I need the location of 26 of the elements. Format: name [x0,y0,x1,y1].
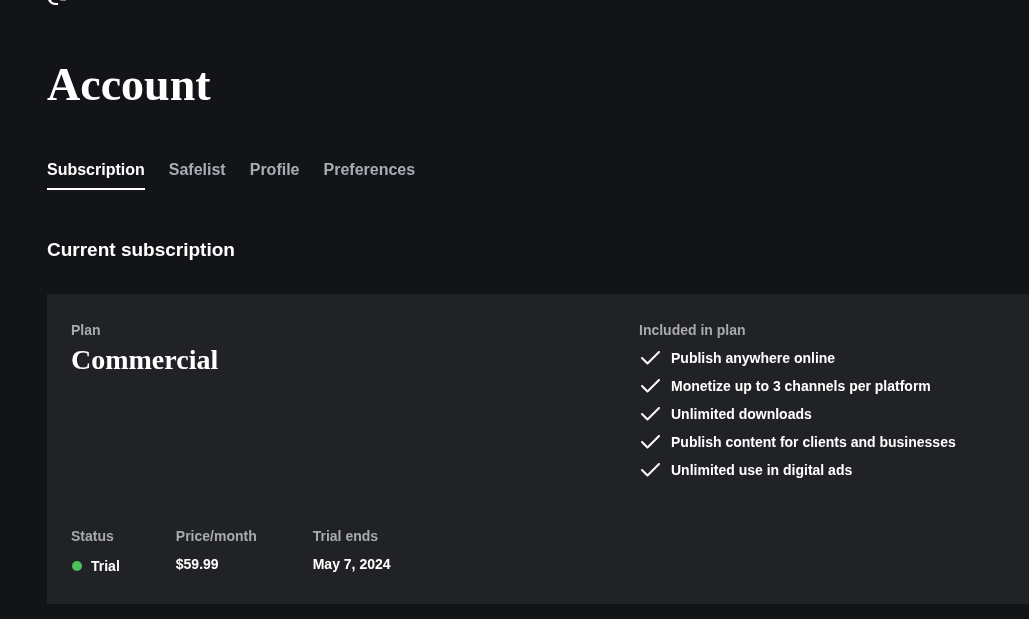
tab[interactable]: Preferences [323,160,416,190]
check-icon [641,463,660,477]
tab[interactable]: Safelist [168,160,226,190]
feature-text: Unlimited downloads [671,405,812,423]
feature-text: Publish anywhere online [671,349,836,367]
feature-text: Monetize up to 3 channels per platform [671,377,931,395]
included-heading: Included in plan [639,321,746,339]
logo-icon[interactable] [47,0,67,6]
plan-label: Plan [71,321,101,339]
stat-value: May 7, 2024 [312,555,391,573]
feature-text: Publish content for clients and businesses [671,433,956,451]
status-value: Trial [91,557,120,575]
plan-name: Commercial [71,343,219,377]
feature-text: Unlimited use in digital ads [671,461,853,479]
tab[interactable]: Profile [249,160,300,190]
check-icon [641,351,660,365]
stat-label: Status [71,527,114,545]
check-icon [641,379,660,393]
tab[interactable]: Subscription [47,160,145,190]
check-icon [641,407,660,421]
check-icon [641,435,660,449]
page-title: Account [47,58,211,112]
section-heading: Current subscription [47,238,235,262]
stat-label: Trial ends [312,527,379,545]
stat-value: $59.99 [175,555,219,573]
stat-label: Price/month [175,527,257,545]
